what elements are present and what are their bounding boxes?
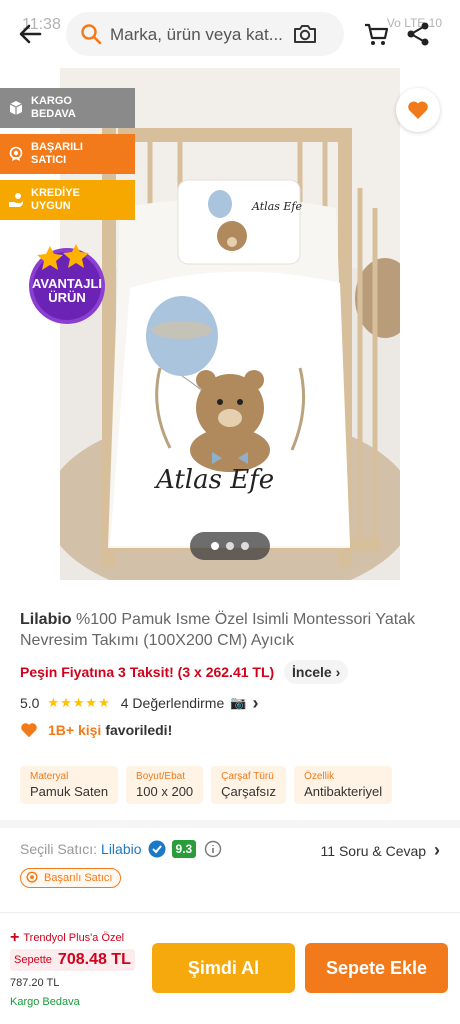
favorite-button[interactable] bbox=[396, 88, 440, 132]
bottom-action-bar: + Trendyol Plus'a Özel Sepette 708.48 TL… bbox=[0, 912, 460, 1024]
attribute-chip: Boyut/Ebat 100 x 200 bbox=[126, 766, 204, 804]
successful-seller-label: BAŞARILI SATICI bbox=[31, 141, 83, 166]
reviews-link[interactable]: 4 Değerlendirme bbox=[121, 695, 225, 711]
seller-name-link[interactable]: Lilabio bbox=[101, 841, 141, 857]
attribute-value: Çarşafsız bbox=[221, 784, 277, 799]
add-to-cart-button[interactable]: Sepete Ekle bbox=[305, 943, 448, 993]
top-bar: 11:38 Vo LTE 10 Marka, ürün veya kat... bbox=[0, 0, 460, 68]
search-icon bbox=[81, 24, 102, 45]
attribute-value: Antibakteriyel bbox=[304, 784, 383, 799]
product-name: %100 Pamuk Isme Özel Isimli Montessori Y… bbox=[20, 611, 416, 649]
rating-stars: ★★★★★ bbox=[47, 695, 111, 710]
favorite-count-row: 1B+ kişi favoriledi! bbox=[20, 720, 172, 740]
regular-price: 787.20 TL bbox=[10, 977, 60, 989]
advantageous-product-badge: AVANTAJLI ÜRÜN bbox=[24, 236, 110, 326]
chevron-right-icon: › bbox=[252, 692, 259, 713]
seller-status-label: Başarılı Satıcı bbox=[44, 872, 113, 884]
cart-icon bbox=[365, 23, 389, 45]
search-placeholder: Marka, ürün veya kat... bbox=[110, 25, 283, 44]
box-icon bbox=[9, 101, 23, 115]
questions-answers-link[interactable]: 11 Soru & Cevap › bbox=[321, 840, 440, 861]
buy-now-button[interactable]: Şimdi Al bbox=[152, 943, 295, 993]
advantageous-line1: AVANTAJLI bbox=[32, 276, 102, 291]
share-icon bbox=[407, 22, 429, 46]
attribute-list: Materyal Pamuk Saten Boyut/Ebat 100 x 20… bbox=[20, 766, 393, 804]
medal-icon bbox=[26, 871, 38, 883]
attribute-label: Çarşaf Türü bbox=[221, 771, 274, 782]
hand-coin-icon bbox=[9, 193, 23, 207]
cart-price-box: Sepette 708.48 TL bbox=[10, 949, 135, 971]
truncated-content-row bbox=[20, 902, 440, 912]
favorite-text: favoriledi! bbox=[105, 722, 173, 738]
installment-review-button[interactable]: İncele › bbox=[284, 660, 349, 684]
rating-row[interactable]: 5.0 ★★★★★ 4 Değerlendirme 📷 › bbox=[20, 692, 259, 713]
seller-score: 9.3 bbox=[171, 840, 197, 858]
gallery-pagination[interactable] bbox=[190, 532, 270, 560]
camera-small-icon: 📷 bbox=[230, 695, 247, 710]
free-shipping-label: KARGO BEDAVA bbox=[31, 95, 76, 120]
heart-icon bbox=[21, 723, 37, 738]
plus-offer-label: Trendyol Plus'a Özel bbox=[23, 932, 125, 944]
attribute-value: Pamuk Saten bbox=[30, 784, 109, 799]
free-shipping-badge: KARGO BEDAVA bbox=[0, 88, 135, 128]
attribute-label: Özellik bbox=[304, 771, 335, 782]
chevron-right-icon: › bbox=[335, 664, 341, 680]
plus-icon: + bbox=[10, 929, 20, 946]
verified-icon bbox=[148, 840, 166, 858]
gallery-dot[interactable] bbox=[226, 542, 234, 550]
successful-seller-badge: BAŞARILI SATICI bbox=[0, 134, 135, 174]
duvet-print-text: Atlas Efe bbox=[154, 465, 274, 495]
info-icon[interactable] bbox=[204, 840, 222, 858]
cart-price: 708.48 TL bbox=[57, 951, 131, 968]
attribute-chip: Materyal Pamuk Saten bbox=[20, 766, 119, 804]
advantageous-line2: ÜRÜN bbox=[48, 290, 86, 305]
credit-eligible-label: KREDİYE UYGUN bbox=[31, 187, 80, 212]
free-shipping-text: Kargo Bedava bbox=[10, 996, 80, 1008]
search-input[interactable]: Marka, ürün veya kat... bbox=[66, 12, 344, 56]
qa-label: 11 Soru & Cevap bbox=[320, 843, 427, 859]
favorite-count: 1B+ kişi bbox=[48, 722, 102, 738]
pillow-print-text: Atlas Efe bbox=[251, 200, 302, 213]
gallery-dot[interactable] bbox=[211, 542, 219, 550]
product-page: 11:38 Vo LTE 10 Marka, ürün veya kat... bbox=[0, 0, 460, 1024]
attribute-label: Materyal bbox=[30, 771, 69, 782]
incele-label: İncele bbox=[292, 664, 332, 680]
plus-offer-row: + Trendyol Plus'a Özel bbox=[10, 929, 124, 947]
chevron-right-icon: › bbox=[434, 840, 440, 860]
seller-row: Seçili Satıcı: Lilabio 9.3 11 Soru & Cev… bbox=[20, 838, 440, 860]
share-button[interactable] bbox=[404, 20, 432, 48]
seller-label: Seçili Satıcı: bbox=[20, 841, 98, 857]
gallery-dot[interactable] bbox=[241, 542, 249, 550]
cart-price-label: Sepette bbox=[14, 954, 52, 966]
section-divider bbox=[0, 820, 460, 828]
product-title: Lilabio %100 Pamuk Isme Özel Isimli Mont… bbox=[20, 609, 450, 651]
back-button[interactable] bbox=[14, 18, 46, 50]
seller-status-badge: Başarılı Satıcı bbox=[20, 868, 122, 888]
attribute-value: 100 x 200 bbox=[136, 784, 194, 799]
cart-button[interactable] bbox=[362, 20, 390, 48]
rating-value: 5.0 bbox=[20, 695, 40, 711]
product-brand[interactable]: Lilabio bbox=[20, 611, 72, 628]
heart-icon bbox=[408, 101, 428, 119]
attribute-chip: Çarşaf Türü Çarşafsız bbox=[211, 766, 287, 804]
medal-icon bbox=[9, 146, 23, 161]
installment-text: Peşin Fiyatına 3 Taksit! (3 x 262.41 TL) bbox=[20, 664, 275, 680]
attribute-label: Boyut/Ebat bbox=[136, 771, 185, 782]
arrow-left-icon bbox=[19, 24, 42, 44]
credit-eligible-badge: KREDİYE UYGUN bbox=[0, 180, 135, 220]
camera-icon[interactable] bbox=[292, 22, 318, 46]
attribute-chip: Özellik Antibakteriyel bbox=[294, 766, 393, 804]
